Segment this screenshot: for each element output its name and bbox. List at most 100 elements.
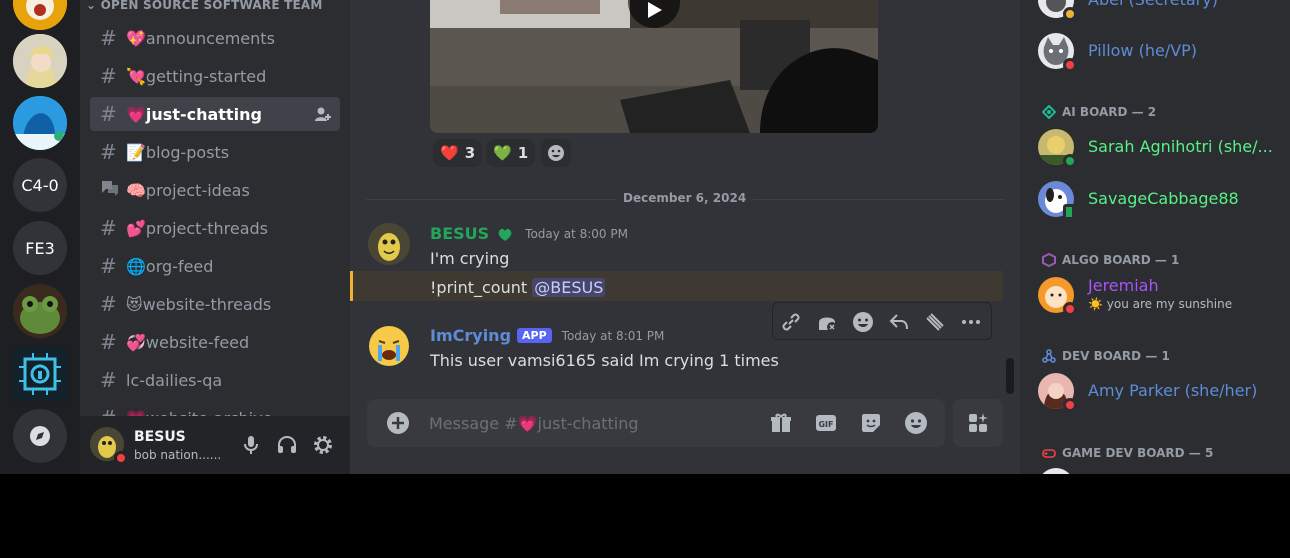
username: BESUS [134,429,186,445]
channel-label: 📝blog-posts [126,142,230,162]
message-timestamp: Today at 8:01 PM [561,328,665,343]
message-author[interactable]: ImCrying [430,326,511,345]
channel-label: 💞website-feed [126,332,250,352]
server-anime-avatar[interactable] [13,34,67,88]
role-header-label: AI BOARD — 2 [1062,105,1157,119]
server-frog-avatar[interactable] [13,284,67,338]
reaction-heart[interactable]: ❤️ 3 [433,139,483,167]
reaction-green-heart[interactable]: 💚 1 [486,139,536,167]
message-input[interactable] [429,411,749,435]
play-icon [648,2,662,18]
server-circuit-avatar[interactable] [13,347,67,401]
hash-icon: # [100,330,117,354]
avatar[interactable] [368,325,410,367]
chat-panel: ❤️ 3 💚 1 December 6, 2024 BESUS Today at 8… [350,0,1020,474]
member-pillow[interactable]: Pillow (he/VP) [1038,29,1288,73]
thread-icon[interactable] [815,310,839,334]
user-mention[interactable]: @BESUS [532,278,606,297]
play-button[interactable] [628,0,680,28]
role-header-ai-board: AI BOARD — 2 [1042,105,1156,119]
channel-label: 💕project-threads [126,218,269,238]
idle-status-icon [1063,7,1077,21]
member-amy[interactable]: Amy Parker (she/her) [1038,369,1288,413]
reply-icon[interactable] [887,310,911,334]
dnd-status-icon [1063,398,1077,412]
channel-org-feed[interactable]: # 🌐org-feed [90,249,340,283]
member-savagecabbage[interactable]: SavageCabbage88 [1038,177,1288,221]
forward-icon[interactable] [923,310,947,334]
more-icon[interactable] [959,310,983,334]
gift-icon[interactable] [769,411,793,435]
add-attachment-icon[interactable] [386,411,410,435]
role-header-label: GAME DEV BOARD — 5 [1062,446,1214,460]
member-abel[interactable]: Abel (Secretary) [1038,0,1288,22]
message-text: !print_count @BESUS [430,278,606,297]
algo-board-icon [1042,253,1056,267]
message-author[interactable]: BESUS [430,224,489,243]
gif-icon[interactable]: GIF [814,411,838,435]
reaction-count: 3 [464,144,476,162]
channel-project-threads[interactable]: # 💕project-threads [90,211,340,245]
sticker-icon[interactable] [859,411,883,435]
channel-label: lc-dailies-qa [126,370,223,390]
member-jeremiah[interactable]: Jeremiah ☀️ you are my sunshine [1038,273,1288,317]
message-text: This user vamsi6165 said Im crying 1 tim… [430,351,779,370]
message-text: I'm crying [430,249,510,268]
channel-just-chatting[interactable]: # 💗just-chatting [90,97,340,131]
server-c40[interactable]: C4-0 [13,158,67,212]
smiley-icon[interactable] [851,310,875,334]
compass-icon [30,426,50,446]
hash-icon: # [100,26,117,50]
reaction-emoji: ❤️ [440,144,459,162]
member-sarah[interactable]: Sarah Agnihotri (she/... [1038,125,1288,169]
discord-window: C4-0 FE3 ⌄ OPEN SOURCE SOFTWARE TEAM # 💖a… [0,0,1290,474]
channel-website-feed[interactable]: # 💞website-feed [90,325,340,359]
hash-icon: # [100,64,117,88]
hash-icon: # [100,292,117,316]
microphone-icon[interactable] [239,433,263,457]
emoji-icon[interactable] [904,411,928,435]
video-attachment[interactable] [430,0,878,133]
channel-lc-dailies-qa[interactable]: # lc-dailies-qa [90,363,340,397]
svg-text:GIF: GIF [818,420,833,429]
chat-scrollbar[interactable] [1006,358,1014,394]
category-header[interactable]: ⌄ OPEN SOURCE SOFTWARE TEAM [86,0,323,12]
avatar[interactable] [368,223,410,265]
add-reaction-button[interactable] [541,139,571,167]
add-member-icon[interactable] [314,105,332,123]
reaction-count: 1 [517,144,529,162]
server-orange-avatar[interactable] [13,0,67,30]
channel-announcements[interactable]: # 💖announcements [90,21,340,55]
online-status-icon [1063,154,1077,168]
discover-button[interactable] [13,409,67,463]
link-icon[interactable] [779,310,803,334]
apps-button[interactable] [953,399,1003,447]
headphones-icon[interactable] [275,433,299,457]
role-header-dev-board: DEV BOARD — 1 [1042,349,1170,363]
message-header: BESUS Today at 8:00 PM [430,224,628,243]
member-name: SavageCabbage88 [1088,189,1239,208]
role-header-algo-board: ALGO BOARD — 1 [1042,253,1179,267]
channel-website-threads[interactable]: # 😻website-threads [90,287,340,321]
app-badge: APP [517,328,552,343]
member-name: Abel (Secretary) [1088,0,1218,9]
hash-icon: # [100,368,117,392]
channel-label: 🌐org-feed [126,256,214,276]
channel-sidebar: ⌄ OPEN SOURCE SOFTWARE TEAM # 💖announceme… [80,0,350,474]
server-fe3[interactable]: FE3 [13,221,67,275]
gear-icon[interactable] [311,433,335,457]
message-header: ImCrying APP Today at 8:01 PM [430,326,664,345]
channel-label: 🧠project-ideas [126,180,250,200]
apps-icon [969,413,988,432]
user-panel: BESUS bob nation...... [80,416,350,474]
server-blue-avatar[interactable] [13,96,67,150]
channel-project-ideas[interactable]: 🧠project-ideas [90,173,340,207]
hash-icon: # [100,102,117,126]
channel-getting-started[interactable]: # 💘getting-started [90,59,340,93]
chevron-down-icon: ⌄ [86,0,101,12]
avatar[interactable] [1038,468,1074,474]
channel-label: 😻website-threads [126,294,272,314]
channel-blog-posts[interactable]: # 📝blog-posts [90,135,340,169]
ai-board-icon [1042,105,1056,119]
category-label: OPEN SOURCE SOFTWARE TEAM [100,0,323,12]
